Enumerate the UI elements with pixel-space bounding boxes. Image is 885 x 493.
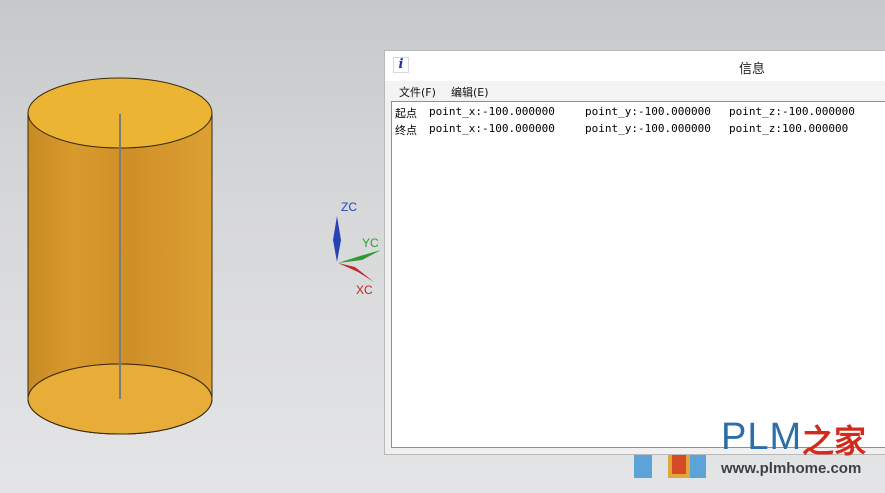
info-icon: i xyxy=(393,57,409,73)
cylinder[interactable] xyxy=(27,77,213,435)
info-text-area[interactable]: 起点 point_x:-100.000000 point_y:-100.0000… xyxy=(391,101,885,448)
watermark-url: www.plmhome.com xyxy=(721,460,862,477)
point-y-value: point_y:-100.000000 xyxy=(585,122,711,135)
line-label: 终点 xyxy=(395,124,417,137)
menu-edit[interactable]: 编辑(E) xyxy=(451,84,489,100)
watermark-brand-cn: 之家 xyxy=(802,422,867,460)
info-window[interactable]: i 信息 文件(F) 编辑(E) 起点 point_x:-100.000000 … xyxy=(384,50,885,455)
info-line-end-point: 终点 point_x:-100.000000 point_y:-100.0000… xyxy=(395,122,848,200)
point-z-value: point_z:100.000000 xyxy=(729,122,849,135)
zc-axis-label: ZC xyxy=(341,200,357,214)
watermark-brand: PLM xyxy=(721,416,803,458)
point-x-value: point_x:-100.000000 xyxy=(429,122,555,135)
watermark: PLM 之家 www.plmhome.com xyxy=(630,408,885,488)
point-x-value: point_x:-100.000000 xyxy=(429,105,555,118)
point-z-value: point_z:-100.000000 xyxy=(729,105,855,118)
line-label: 起点 xyxy=(395,107,417,120)
zc-axis-arrow xyxy=(333,216,341,262)
xc-axis-arrow xyxy=(338,263,374,282)
title-bar[interactable]: i 信息 xyxy=(385,51,885,82)
menu-file[interactable]: 文件(F) xyxy=(399,84,436,100)
point-y-value: point_y:-100.000000 xyxy=(585,105,711,118)
yc-axis-label: YC xyxy=(362,236,379,250)
window-title: 信息 xyxy=(739,62,766,77)
yc-axis-arrow xyxy=(338,250,381,263)
menu-bar: 文件(F) 编辑(E) xyxy=(385,81,885,101)
xc-axis-label: XC xyxy=(356,283,373,297)
